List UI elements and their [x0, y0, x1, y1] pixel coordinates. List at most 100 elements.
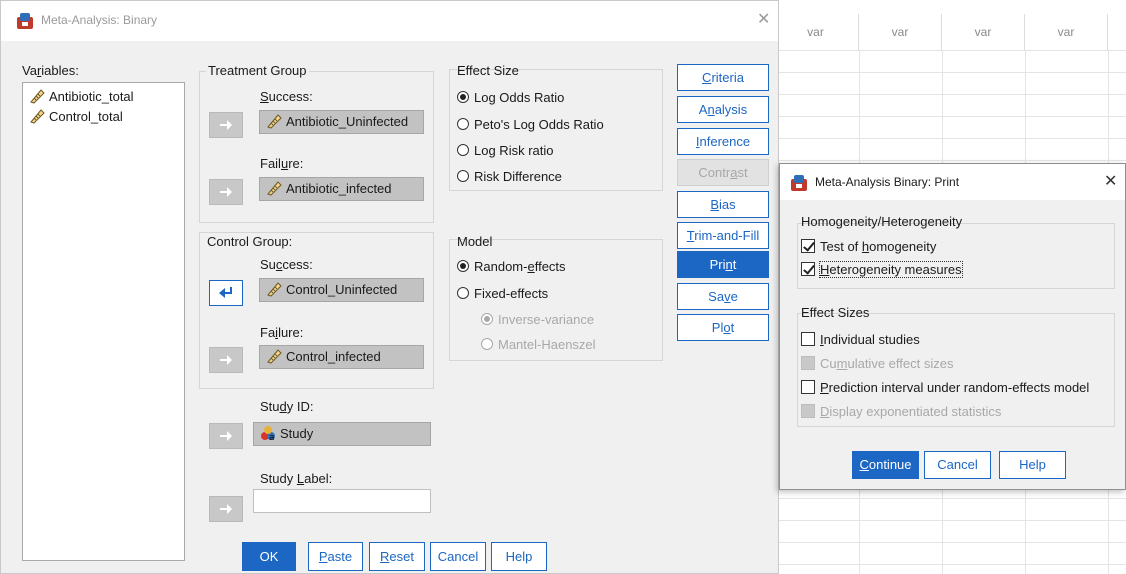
continue-button[interactable]: Continue — [852, 451, 919, 479]
reset-button[interactable]: Reset — [369, 542, 425, 571]
cumulative-effect-sizes-checkbox: Cumulative effect sizes — [801, 354, 953, 374]
cancel-button[interactable]: Cancel — [430, 542, 486, 571]
grid-divider — [773, 72, 1126, 73]
control-success-label: Success: — [260, 257, 313, 272]
list-item[interactable]: Control_total — [29, 107, 123, 127]
log-odds-ratio-radio[interactable]: Log Odds Ratio — [457, 88, 564, 108]
radio-icon — [457, 118, 469, 130]
grid-divider — [773, 564, 1126, 565]
arrow-right-icon — [220, 504, 232, 514]
checkbox-icon — [801, 380, 815, 394]
scale-variable-icon — [267, 114, 282, 129]
mantel-haenszel-radio: Mantel-Haenszel — [481, 335, 596, 355]
model-title: Model — [457, 234, 493, 249]
grid-divider — [773, 138, 1126, 139]
save-button[interactable]: Save — [677, 283, 769, 310]
log-risk-ratio-radio[interactable]: Log Risk ratio — [457, 141, 553, 161]
dialog-title: Meta-Analysis: Binary — [41, 13, 158, 27]
column-header[interactable]: var — [859, 14, 942, 50]
scale-variable-icon — [30, 89, 45, 104]
print-button[interactable]: Print — [677, 251, 769, 278]
study-id-label: Study ID: — [260, 399, 314, 414]
inverse-variance-radio: Inverse-variance — [481, 310, 594, 330]
print-dialog-titlebar: Meta-Analysis Binary: Print ✕ — [780, 164, 1125, 200]
plot-button[interactable]: Plot — [677, 314, 769, 341]
radio-selected-icon — [457, 91, 469, 103]
help-button[interactable]: Help — [999, 451, 1066, 479]
test-of-homogeneity-checkbox[interactable]: Test of homogeneity — [801, 237, 936, 257]
checkbox-checked-icon — [801, 239, 815, 253]
trim-and-fill-button[interactable]: Trim-and-Fill — [677, 222, 769, 249]
grid-divider — [773, 116, 1126, 117]
move-to-treatment-failure-button[interactable] — [209, 179, 243, 205]
study-label-field[interactable] — [253, 489, 431, 513]
effect-size-title: Effect Size — [457, 63, 519, 78]
criteria-button[interactable]: Criteria — [677, 64, 769, 91]
treatment-success-field[interactable]: Antibiotic_Uninfected — [259, 110, 424, 134]
scale-variable-icon — [267, 282, 282, 297]
analysis-button[interactable]: Analysis — [677, 96, 769, 123]
checkbox-checked-icon — [801, 262, 815, 276]
heterogeneity-measures-checkbox[interactable]: Heterogeneity measures — [801, 260, 963, 280]
scale-variable-icon — [30, 109, 45, 124]
bias-button[interactable]: Bias — [677, 191, 769, 218]
arrow-right-icon — [220, 187, 232, 197]
variables-label: Variables: — [22, 63, 79, 78]
grid-divider — [773, 50, 1126, 51]
grid-divider — [773, 160, 1126, 161]
peto-log-odds-ratio-radio[interactable]: Peto's Log Odds Ratio — [457, 115, 604, 135]
radio-icon — [457, 144, 469, 156]
cancel-button[interactable]: Cancel — [924, 451, 991, 479]
checkbox-icon — [801, 404, 815, 418]
move-to-control-failure-button[interactable] — [209, 347, 243, 373]
scale-variable-icon — [267, 181, 282, 196]
prediction-interval-checkbox[interactable]: Prediction interval under random-effects… — [801, 378, 1089, 398]
app-icon — [17, 13, 33, 29]
nominal-variable-icon: a — [261, 426, 275, 441]
column-header[interactable]: var — [1025, 14, 1108, 50]
inference-button[interactable]: Inference — [677, 128, 769, 155]
control-failure-field[interactable]: Control_infected — [259, 345, 424, 369]
control-group-title: Control Group: — [207, 234, 293, 249]
treatment-failure-label: Failure: — [260, 156, 304, 171]
close-icon[interactable]: ✕ — [1104, 174, 1117, 190]
ok-button[interactable]: OK — [242, 542, 296, 571]
grid-divider — [773, 94, 1126, 95]
list-item[interactable]: Antibiotic_total — [29, 87, 134, 107]
radio-icon — [457, 287, 469, 299]
homogeneity-group-title: Homogeneity/Heterogeneity — [801, 214, 963, 229]
arrow-right-icon — [220, 355, 232, 365]
risk-difference-radio[interactable]: Risk Difference — [457, 167, 562, 187]
column-header[interactable]: var — [942, 14, 1025, 50]
treatment-success-label: Success: — [260, 89, 313, 104]
random-effects-radio[interactable]: Random-effects — [457, 257, 566, 277]
variables-listbox[interactable]: Antibiotic_total Control_total — [22, 82, 185, 561]
radio-selected-icon — [481, 313, 493, 325]
study-id-field[interactable]: a Study — [253, 422, 431, 446]
move-to-study-id-button[interactable] — [209, 423, 243, 449]
grid-divider — [773, 498, 1126, 499]
individual-studies-checkbox[interactable]: Individual studies — [801, 330, 920, 350]
column-header[interactable]: var — [773, 14, 859, 50]
radio-icon — [457, 170, 469, 182]
move-to-control-success-button[interactable] — [209, 280, 243, 306]
dialog-titlebar: Meta-Analysis: Binary ✕ — [1, 1, 778, 41]
meta-analysis-binary-dialog: Meta-Analysis: Binary ✕ Variables: Antib… — [0, 0, 779, 574]
effect-sizes-group-title: Effect Sizes — [801, 305, 870, 320]
fixed-effects-radio[interactable]: Fixed-effects — [457, 284, 548, 304]
treatment-failure-field[interactable]: Antibiotic_infected — [259, 177, 424, 201]
paste-button[interactable]: Paste — [308, 542, 363, 571]
contrast-button: Contrast — [677, 159, 769, 186]
move-to-study-label-button[interactable] — [209, 496, 243, 522]
study-label-label: Study Label: — [260, 471, 333, 486]
arrow-right-icon — [220, 431, 232, 441]
checkbox-icon — [801, 356, 815, 370]
help-button[interactable]: Help — [491, 542, 547, 571]
print-dialog: Meta-Analysis Binary: Print ✕ Homogeneit… — [779, 163, 1126, 490]
arrow-left-icon — [219, 287, 232, 298]
move-to-treatment-success-button[interactable] — [209, 112, 243, 138]
close-icon[interactable]: ✕ — [757, 12, 770, 28]
control-success-field[interactable]: Control_Uninfected — [259, 278, 424, 302]
display-exponentiated-checkbox: Display exponentiated statistics — [801, 402, 1001, 422]
print-dialog-title: Meta-Analysis Binary: Print — [815, 175, 960, 189]
